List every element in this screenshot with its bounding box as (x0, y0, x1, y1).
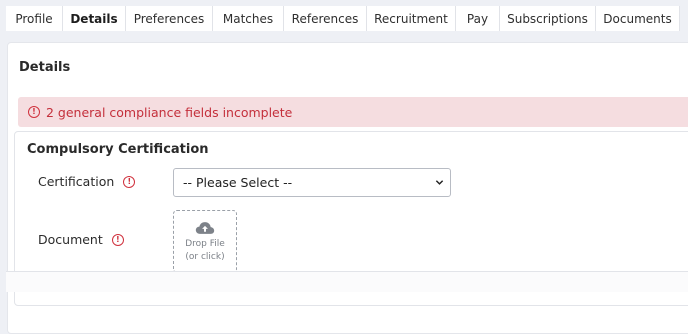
document-label: Document (38, 232, 103, 247)
warning-circle-icon: ! (28, 106, 40, 118)
chevron-down-icon (435, 180, 444, 185)
dropzone-line1: Drop File (185, 239, 225, 249)
document-label-row: Document ! (38, 232, 124, 247)
warning-circle-icon: ! (111, 233, 124, 246)
alert-text: 2 general compliance fields incomplete (46, 104, 293, 120)
certification-label: Certification (38, 174, 115, 189)
tab-details[interactable]: Details (63, 6, 126, 31)
cloud-upload-icon (195, 222, 215, 234)
compliance-alert: ! 2 general compliance fields incomplete (18, 97, 688, 127)
tab-pay[interactable]: Pay (456, 6, 500, 31)
tab-bar: Profile Details Preferences Matches Refe… (6, 6, 680, 31)
tab-matches[interactable]: Matches (213, 6, 284, 31)
tab-recruitment[interactable]: Recruitment (367, 6, 456, 31)
next-section-edge (6, 271, 688, 292)
warning-circle-icon: ! (123, 175, 136, 188)
document-dropzone[interactable]: Drop File (or click) (173, 210, 237, 273)
section-title: Compulsory Certification (27, 142, 209, 157)
certification-select[interactable]: -- Please Select -- (173, 168, 451, 197)
tab-profile[interactable]: Profile (6, 6, 63, 31)
dropzone-line2: (or click) (185, 252, 225, 262)
certification-label-row: Certification ! (38, 174, 136, 189)
certification-selected-value: -- Please Select -- (183, 175, 293, 190)
page-title: Details (19, 60, 71, 75)
tab-preferences[interactable]: Preferences (126, 6, 213, 31)
tab-subscriptions[interactable]: Subscriptions (500, 6, 596, 31)
tab-documents[interactable]: Documents (596, 6, 680, 31)
tab-references[interactable]: References (284, 6, 367, 31)
